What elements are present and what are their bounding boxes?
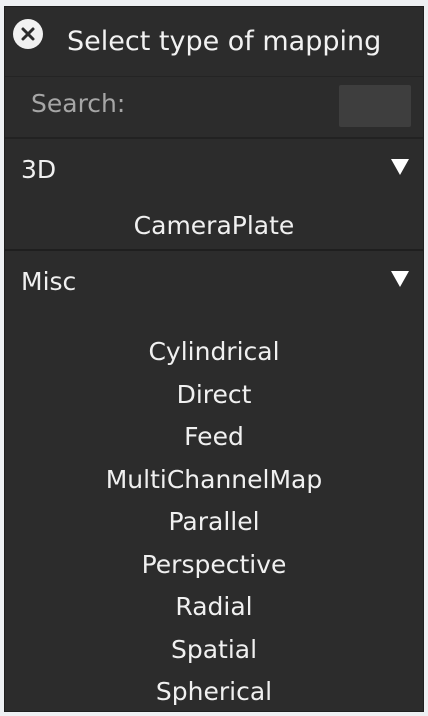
chevron-down-icon[interactable] xyxy=(391,159,409,175)
search-label: Search: xyxy=(31,89,126,118)
chevron-down-icon[interactable] xyxy=(391,271,409,287)
search-row: Search: xyxy=(5,77,423,139)
dialog-title: Select type of mapping xyxy=(67,26,382,57)
mapping-item-perspective[interactable]: Perspective xyxy=(5,544,423,587)
search-input[interactable] xyxy=(339,85,411,127)
category-header-3d[interactable]: 3D xyxy=(5,139,423,197)
mapping-type-dialog: Select type of mapping Search: 3D Camera… xyxy=(4,6,424,712)
category-misc: Misc Cylindrical Direct Feed MultiChanne… xyxy=(5,251,423,711)
category-3d: 3D CameraPlate xyxy=(5,139,423,251)
mapping-item-radial[interactable]: Radial xyxy=(5,586,423,629)
category-items-misc: Cylindrical Direct Feed MultiChannelMap … xyxy=(5,331,423,711)
category-name: Misc xyxy=(21,267,77,296)
category-header-misc[interactable]: Misc xyxy=(5,251,423,309)
close-icon[interactable] xyxy=(13,19,43,49)
mapping-item-multichannelmap[interactable]: MultiChannelMap xyxy=(5,459,423,502)
mapping-item-parallel[interactable]: Parallel xyxy=(5,501,423,544)
close-x-glyph xyxy=(21,27,35,41)
mapping-item-spherical[interactable]: Spherical xyxy=(5,671,423,711)
category-name: 3D xyxy=(21,155,57,184)
mapping-item-cylindrical[interactable]: Cylindrical xyxy=(5,331,423,374)
mapping-item-feed[interactable]: Feed xyxy=(5,416,423,459)
category-items-3d: CameraPlate xyxy=(5,206,423,246)
dialog-titlebar: Select type of mapping xyxy=(5,7,423,77)
mapping-item-direct[interactable]: Direct xyxy=(5,374,423,417)
mapping-item-cameraplate[interactable]: CameraPlate xyxy=(5,206,423,246)
mapping-item-spatial[interactable]: Spatial xyxy=(5,629,423,672)
